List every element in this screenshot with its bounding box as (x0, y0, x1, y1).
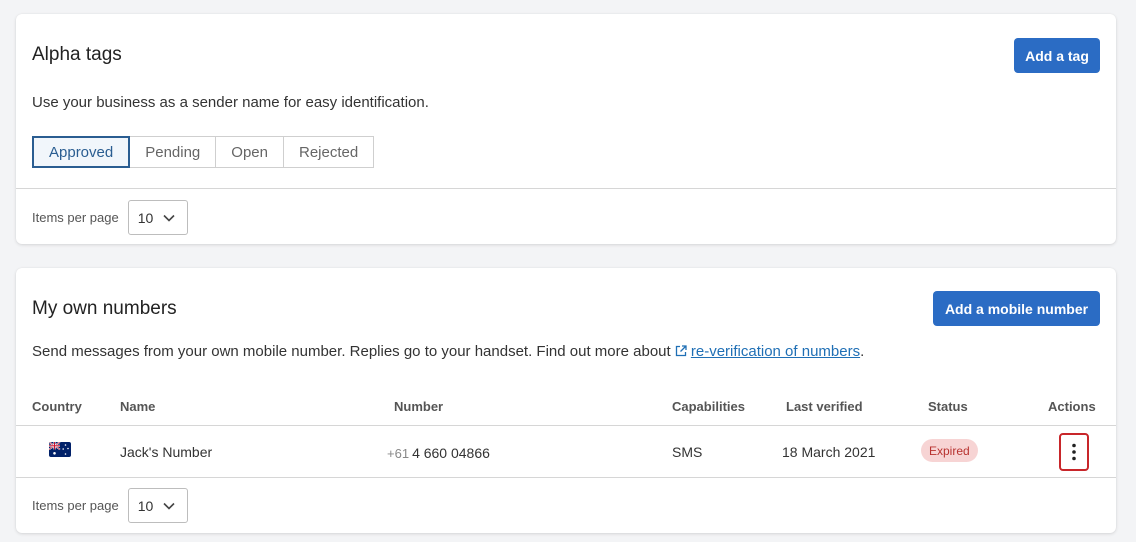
tab-rejected[interactable]: Rejected (283, 136, 375, 168)
more-vertical-icon (1072, 443, 1076, 461)
row-actions-button[interactable] (1059, 433, 1089, 471)
items-per-page-value: 10 (137, 209, 154, 226)
country-code-prefix: +61 (387, 446, 410, 461)
reverification-link[interactable]: re-verification of numbers (691, 343, 860, 360)
column-header-number: Number (394, 399, 444, 414)
description-text: Send messages from your own mobile numbe… (32, 343, 675, 360)
table-header-divider (16, 425, 1116, 426)
row-number: +61 4 660 04866 (387, 445, 490, 461)
add-tag-button[interactable]: Add a tag (1014, 38, 1100, 73)
tab-open[interactable]: Open (216, 136, 284, 168)
external-link-icon (675, 345, 687, 357)
column-header-name: Name (120, 399, 156, 414)
column-header-country: Country (32, 399, 82, 414)
column-header-actions: Actions (1048, 399, 1096, 414)
add-mobile-number-button[interactable]: Add a mobile number (933, 291, 1100, 326)
own-numbers-title: My own numbers (32, 298, 177, 319)
australia-flag-icon (49, 442, 71, 457)
row-last-verified: 18 March 2021 (782, 444, 876, 460)
items-per-page-label: Items per page (32, 498, 119, 513)
pagination-control: Items per page 10 (32, 488, 188, 523)
status-badge: Expired (921, 439, 978, 462)
column-header-capabilities: Capabilities (672, 399, 745, 414)
tab-approved[interactable]: Approved (32, 136, 131, 168)
items-per-page-value: 10 (137, 497, 154, 514)
items-per-page-select[interactable]: 10 (127, 488, 188, 523)
alpha-tags-card: Alpha tags Add a tag Use your business a… (16, 14, 1116, 244)
row-capabilities: SMS (672, 444, 703, 460)
row-name: Jack's Number (120, 444, 213, 460)
pagination-control: Items per page 10 (32, 200, 188, 235)
tab-pending[interactable]: Pending (130, 136, 217, 168)
chevron-down-icon (163, 502, 175, 510)
own-numbers-card: My own numbers Add a mobile number Send … (16, 268, 1116, 533)
own-numbers-description: Send messages from your own mobile numbe… (32, 343, 864, 360)
table-bottom-divider (16, 477, 1116, 478)
alpha-tags-description: Use your business as a sender name for e… (32, 94, 429, 111)
column-header-status: Status (928, 399, 968, 414)
description-suffix: . (860, 343, 865, 360)
alpha-tags-tabs: Approved Pending Open Rejected (32, 136, 375, 168)
column-header-last-verified: Last verified (786, 399, 863, 414)
items-per-page-select[interactable]: 10 (127, 200, 188, 235)
chevron-down-icon (163, 214, 175, 222)
alpha-tags-title: Alpha tags (32, 44, 122, 65)
divider (16, 188, 1116, 189)
phone-number: 4 660 04866 (412, 445, 490, 461)
items-per-page-label: Items per page (32, 210, 119, 225)
